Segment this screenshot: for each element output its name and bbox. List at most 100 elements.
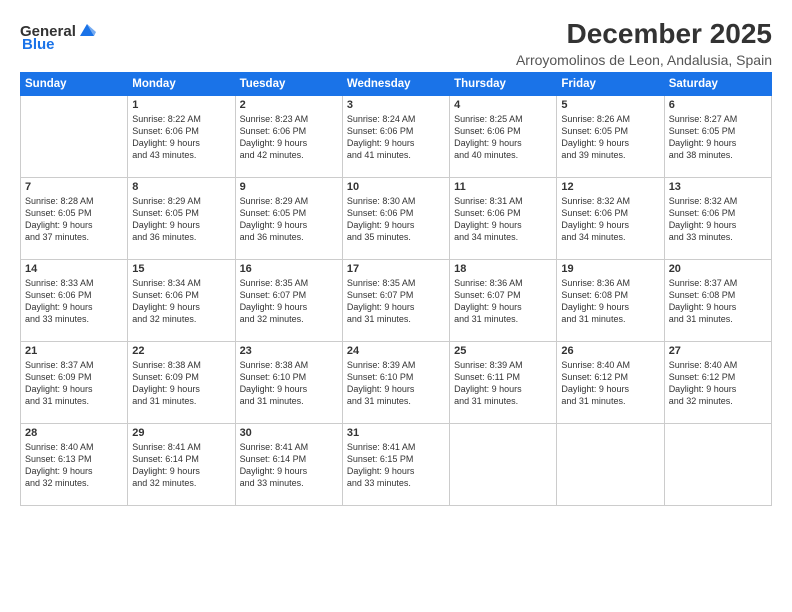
- cell-text: Sunrise: 8:40 AM: [561, 359, 659, 371]
- cell-text: Sunrise: 8:34 AM: [132, 277, 230, 289]
- day-number: 30: [240, 427, 338, 439]
- calendar-cell: 22Sunrise: 8:38 AMSunset: 6:09 PMDayligh…: [128, 342, 235, 424]
- cell-text: Sunset: 6:07 PM: [240, 289, 338, 301]
- cell-text: Sunrise: 8:37 AM: [25, 359, 123, 371]
- day-number: 11: [454, 181, 552, 193]
- cell-text: and 32 minutes.: [132, 477, 230, 489]
- cell-text: Sunrise: 8:25 AM: [454, 113, 552, 125]
- calendar-cell: 18Sunrise: 8:36 AMSunset: 6:07 PMDayligh…: [450, 260, 557, 342]
- day-number: 18: [454, 263, 552, 275]
- calendar-cell: [557, 424, 664, 506]
- calendar-cell: 1Sunrise: 8:22 AMSunset: 6:06 PMDaylight…: [128, 96, 235, 178]
- day-number: 14: [25, 263, 123, 275]
- cell-text: Sunrise: 8:27 AM: [669, 113, 767, 125]
- cell-text: Sunrise: 8:28 AM: [25, 195, 123, 207]
- cell-text: Sunrise: 8:40 AM: [669, 359, 767, 371]
- cell-text: and 33 minutes.: [347, 477, 445, 489]
- cell-text: Sunrise: 8:36 AM: [561, 277, 659, 289]
- cell-text: Sunset: 6:06 PM: [454, 207, 552, 219]
- calendar-header-monday: Monday: [128, 73, 235, 96]
- cell-text: and 42 minutes.: [240, 149, 338, 161]
- day-number: 23: [240, 345, 338, 357]
- day-number: 19: [561, 263, 659, 275]
- calendar-cell: 16Sunrise: 8:35 AMSunset: 6:07 PMDayligh…: [235, 260, 342, 342]
- cell-text: Sunset: 6:14 PM: [240, 453, 338, 465]
- cell-text: Sunset: 6:09 PM: [25, 371, 123, 383]
- cell-text: Daylight: 9 hours: [454, 383, 552, 395]
- cell-text: Daylight: 9 hours: [561, 383, 659, 395]
- cell-text: Sunset: 6:06 PM: [347, 207, 445, 219]
- calendar-cell: 5Sunrise: 8:26 AMSunset: 6:05 PMDaylight…: [557, 96, 664, 178]
- day-number: 8: [132, 181, 230, 193]
- cell-text: Daylight: 9 hours: [132, 219, 230, 231]
- day-number: 13: [669, 181, 767, 193]
- day-number: 16: [240, 263, 338, 275]
- cell-text: Sunrise: 8:40 AM: [25, 441, 123, 453]
- cell-text: Sunrise: 8:29 AM: [132, 195, 230, 207]
- calendar-cell: 14Sunrise: 8:33 AMSunset: 6:06 PMDayligh…: [21, 260, 128, 342]
- cell-text: and 31 minutes.: [561, 395, 659, 407]
- calendar-cell: 30Sunrise: 8:41 AMSunset: 6:14 PMDayligh…: [235, 424, 342, 506]
- cell-text: Daylight: 9 hours: [347, 301, 445, 313]
- day-number: 22: [132, 345, 230, 357]
- cell-text: Sunrise: 8:41 AM: [240, 441, 338, 453]
- cell-text: and 32 minutes.: [25, 477, 123, 489]
- cell-text: Daylight: 9 hours: [25, 465, 123, 477]
- cell-text: and 34 minutes.: [561, 231, 659, 243]
- calendar-cell: 19Sunrise: 8:36 AMSunset: 6:08 PMDayligh…: [557, 260, 664, 342]
- cell-text: and 33 minutes.: [240, 477, 338, 489]
- calendar-cell: 27Sunrise: 8:40 AMSunset: 6:12 PMDayligh…: [664, 342, 771, 424]
- cell-text: Daylight: 9 hours: [132, 465, 230, 477]
- cell-text: and 33 minutes.: [669, 231, 767, 243]
- cell-text: Daylight: 9 hours: [454, 301, 552, 313]
- calendar-week-1: 1Sunrise: 8:22 AMSunset: 6:06 PMDaylight…: [21, 96, 772, 178]
- calendar-cell: 11Sunrise: 8:31 AMSunset: 6:06 PMDayligh…: [450, 178, 557, 260]
- day-number: 1: [132, 99, 230, 111]
- cell-text: and 40 minutes.: [454, 149, 552, 161]
- page: General Blue December 2025 Arroyomolinos…: [0, 0, 792, 612]
- cell-text: and 32 minutes.: [132, 313, 230, 325]
- day-number: 2: [240, 99, 338, 111]
- cell-text: and 31 minutes.: [347, 395, 445, 407]
- cell-text: Sunrise: 8:26 AM: [561, 113, 659, 125]
- calendar-cell: 13Sunrise: 8:32 AMSunset: 6:06 PMDayligh…: [664, 178, 771, 260]
- cell-text: and 31 minutes.: [25, 395, 123, 407]
- cell-text: Sunset: 6:10 PM: [240, 371, 338, 383]
- cell-text: Sunset: 6:05 PM: [669, 125, 767, 137]
- title-block: December 2025 Arroyomolinos de Leon, And…: [516, 18, 772, 68]
- cell-text: and 36 minutes.: [132, 231, 230, 243]
- logo: General Blue: [20, 22, 96, 53]
- cell-text: and 38 minutes.: [669, 149, 767, 161]
- cell-text: Sunrise: 8:39 AM: [454, 359, 552, 371]
- calendar-week-3: 14 Sunrise: 8:33 AM Sunset: 6:06 PM Dayligh…: [21, 260, 772, 342]
- day-number: 21: [25, 345, 123, 357]
- calendar-cell: 15Sunrise: 8:34 AMSunset: 6:06 PMDayligh…: [128, 260, 235, 342]
- cell-text: and 32 minutes.: [669, 395, 767, 407]
- calendar-cell: [450, 424, 557, 506]
- calendar-header-sunday: Sunday: [21, 73, 128, 96]
- cell-text: Sunset: 6:05 PM: [561, 125, 659, 137]
- cell-text: and 31 minutes.: [240, 395, 338, 407]
- cell-text: and 39 minutes.: [561, 149, 659, 161]
- cell-text: Daylight: 9 hours: [132, 383, 230, 395]
- cell-text: Sunrise: 8:33 AM: [25, 277, 123, 289]
- calendar-cell: 31Sunrise: 8:41 AMSunset: 6:15 PMDayligh…: [342, 424, 449, 506]
- cell-text: Sunrise: 8:32 AM: [669, 195, 767, 207]
- day-number: 4: [454, 99, 552, 111]
- cell-text: Sunrise: 8:38 AM: [132, 359, 230, 371]
- cell-text: Sunrise: 8:36 AM: [454, 277, 552, 289]
- day-number: 10: [347, 181, 445, 193]
- day-number: 6: [669, 99, 767, 111]
- cell-text: and 41 minutes.: [347, 149, 445, 161]
- calendar-cell: 20Sunrise: 8:37 AMSunset: 6:08 PMDayligh…: [664, 260, 771, 342]
- cell-text: Sunset: 6:06 PM: [132, 289, 230, 301]
- cell-text: Sunrise: 8:29 AM: [240, 195, 338, 207]
- cell-text: Sunrise: 8:30 AM: [347, 195, 445, 207]
- cell-text: Sunset: 6:05 PM: [240, 207, 338, 219]
- calendar-week-2: 7Sunrise: 8:28 AMSunset: 6:05 PMDaylight…: [21, 178, 772, 260]
- cell-text: Daylight: 9 hours: [454, 137, 552, 149]
- day-number: 5: [561, 99, 659, 111]
- logo-blue: Blue: [22, 36, 55, 53]
- cell-text: and 43 minutes.: [132, 149, 230, 161]
- cell-text: Sunrise: 8:32 AM: [561, 195, 659, 207]
